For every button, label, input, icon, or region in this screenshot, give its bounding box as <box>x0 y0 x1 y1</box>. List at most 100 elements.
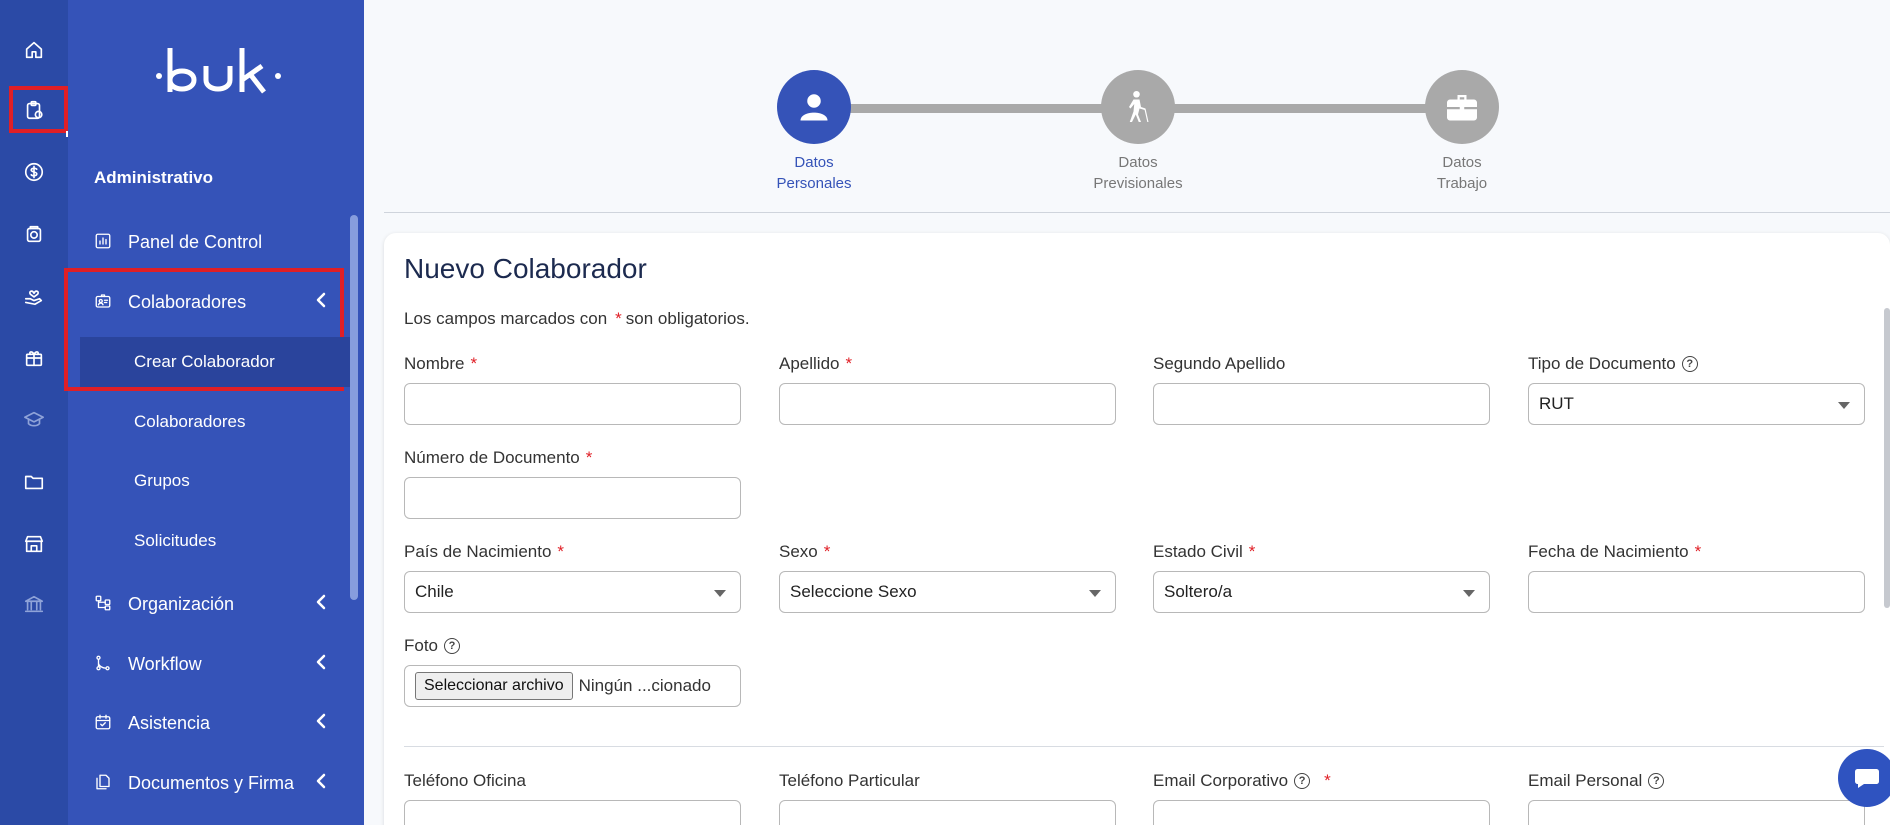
step-label-line: Trabajo <box>1436 175 1488 192</box>
required-star: * <box>1324 771 1331 790</box>
caret-down-icon <box>714 590 726 597</box>
label-text: Foto <box>404 636 439 655</box>
store-icon[interactable] <box>18 528 50 560</box>
sidebar-subitem-colaboradores[interactable]: Colaboradores <box>134 404 246 440</box>
label-tipo-documento: Tipo de Documento? <box>1528 354 1698 374</box>
telefono-particular-input[interactable] <box>779 800 1116 825</box>
label-text: Nombre <box>404 354 465 373</box>
help-icon[interactable]: ? <box>1648 773 1665 789</box>
step-datos-personales[interactable] <box>777 70 851 144</box>
bank-icon[interactable] <box>18 588 50 620</box>
label-email-corporativo: Email Corporativo? * <box>1153 771 1331 791</box>
help-icon[interactable]: ? <box>444 638 461 654</box>
chevron-left-icon <box>314 654 334 674</box>
chat-icon <box>1855 769 1879 788</box>
sidebar-subitem-solicitudes[interactable]: Solicitudes <box>134 523 216 559</box>
sidebar-section-title: Administrativo <box>94 168 214 187</box>
sidebar-subitem-grupos[interactable]: Grupos <box>134 463 190 499</box>
sidebar-item-colaboradores[interactable]: Colaboradores <box>94 282 334 322</box>
foto-file-input[interactable]: Seleccionar archivo Ningún ...cionado <box>404 665 741 707</box>
chat-support-button[interactable] <box>1838 749 1890 807</box>
sidebar-subitem-crear-colaborador[interactable]: Crear Colaborador <box>134 344 275 380</box>
step-label-line: Datos <box>794 154 834 171</box>
sidebar: Administrativo Panel de Control Colabora… <box>64 0 364 825</box>
stepper-divider <box>384 212 1890 213</box>
numero-documento-input[interactable] <box>404 477 741 519</box>
sidebar-scrollbar[interactable] <box>350 215 358 600</box>
sexo-select[interactable]: Seleccione Sexo <box>779 571 1116 613</box>
briefcase-icon <box>1447 95 1477 121</box>
segundo-apellido-input[interactable] <box>1153 383 1490 425</box>
id-badge-icon <box>94 292 114 312</box>
gift-icon[interactable] <box>18 342 50 374</box>
user-icon <box>800 94 828 121</box>
label-text: Número de Documento <box>404 448 580 467</box>
pais-nacimiento-select[interactable]: Chile <box>404 571 741 613</box>
main-content: Datos Personales Datos Previsionales Dat… <box>364 0 1890 825</box>
sidebar-item-panel-de-control[interactable]: Panel de Control <box>94 222 334 262</box>
form-card: Nuevo Colaborador Los campos marcados co… <box>384 233 1890 825</box>
sidebar-item-asistencia[interactable]: Asistencia <box>94 703 334 743</box>
required-star: * <box>470 354 478 373</box>
required-star: * <box>823 542 831 561</box>
step-label-datos-previsionales: Datos Previsionales <box>1068 152 1208 194</box>
home-icon[interactable] <box>18 34 50 66</box>
caret-down-icon <box>1089 590 1101 597</box>
chevron-left-icon <box>314 713 334 733</box>
stepper: Datos Personales Datos Previsionales Dat… <box>364 0 1890 215</box>
required-star: * <box>557 542 565 561</box>
step-datos-trabajo[interactable] <box>1425 70 1499 144</box>
label-numero-documento: Número de Documento * <box>404 448 592 468</box>
email-personal-input[interactable] <box>1528 800 1865 825</box>
form-scrollbar[interactable] <box>1884 308 1890 608</box>
caret-down-icon <box>1838 402 1850 409</box>
chevron-left-icon <box>314 292 334 312</box>
tipo-documento-select[interactable]: RUT <box>1528 383 1865 425</box>
select-file-button[interactable]: Seleccionar archivo <box>415 672 573 700</box>
email-corporativo-input[interactable] <box>1153 800 1490 825</box>
apellido-input[interactable] <box>779 383 1116 425</box>
sidebar-item-workflow[interactable]: Workflow <box>94 644 334 684</box>
dollar-icon[interactable] <box>18 156 50 188</box>
required-star: * <box>615 309 622 328</box>
label-text: País de Nacimiento <box>404 542 552 561</box>
sidebar-item-label: Panel de Control <box>128 231 263 252</box>
step-label-datos-trabajo: Datos Trabajo <box>1392 152 1532 194</box>
hand-heart-icon[interactable] <box>18 280 50 312</box>
workflow-icon <box>94 654 114 674</box>
telefono-oficina-input[interactable] <box>404 800 741 825</box>
sidebar-item-label: Documentos y Firma <box>128 772 295 793</box>
required-star: * <box>845 354 853 373</box>
documents-icon <box>94 773 114 793</box>
label-fecha-nacimiento: Fecha de Nacimiento * <box>1528 542 1701 562</box>
sidebar-item-label: Workflow <box>128 653 202 674</box>
sidebar-item-organizacion[interactable]: Organización <box>94 584 334 624</box>
label-text: Segundo Apellido <box>1153 354 1286 373</box>
chevron-left-icon <box>314 594 334 614</box>
label-nombre: Nombre * <box>404 354 477 374</box>
label-pais-nacimiento: País de Nacimiento * <box>404 542 564 562</box>
step-datos-previsionales[interactable] <box>1101 70 1175 144</box>
required-note-text: son obligatorios. <box>625 309 750 328</box>
label-text: Tipo de Documento <box>1528 354 1676 373</box>
graduation-cap-icon[interactable] <box>18 404 50 436</box>
org-chart-icon <box>94 594 114 614</box>
fecha-nacimiento-input[interactable] <box>1528 571 1865 613</box>
label-telefono-particular: Teléfono Particular <box>779 771 920 791</box>
step-label-line: Datos <box>1118 154 1158 171</box>
nombre-input[interactable] <box>404 383 741 425</box>
help-icon[interactable]: ? <box>1681 356 1698 372</box>
form-title: Nuevo Colaborador <box>404 253 647 284</box>
help-icon[interactable]: ? <box>1294 773 1311 789</box>
step-connector <box>1170 104 1456 113</box>
label-sexo: Sexo * <box>779 542 830 562</box>
label-text: Email Corporativo <box>1153 771 1289 790</box>
required-star: * <box>1694 542 1702 561</box>
folder-icon[interactable] <box>18 466 50 498</box>
sidebar-item-documentos-y-firma[interactable]: Documentos y Firma <box>94 763 334 803</box>
file-status-text: Ningún ...cionado <box>578 676 711 695</box>
sidebar-item-label: Colaboradores <box>128 291 247 312</box>
safe-icon[interactable] <box>18 218 50 250</box>
chevron-left-icon <box>314 773 334 793</box>
estado-civil-select[interactable]: Soltero/a <box>1153 571 1490 613</box>
